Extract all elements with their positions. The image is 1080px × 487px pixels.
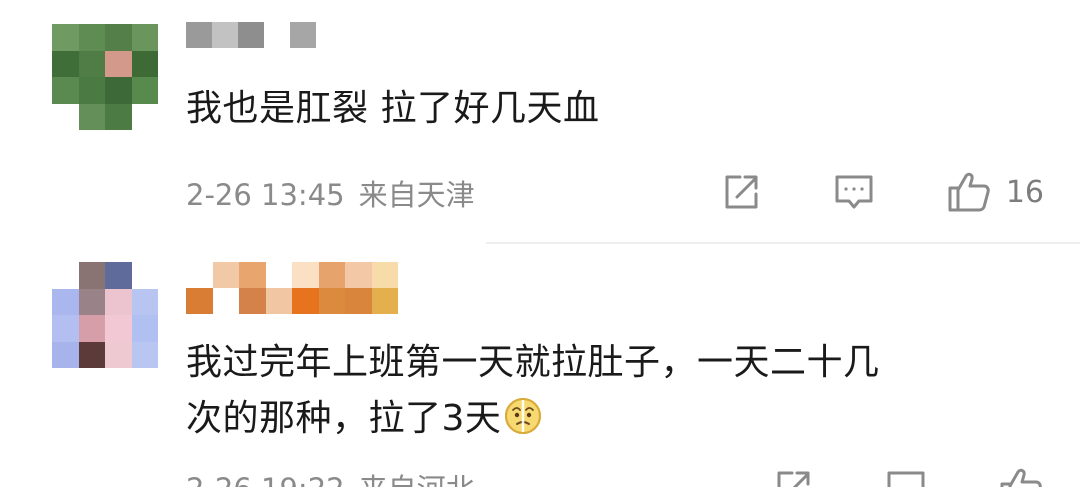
mosaic-pixel: [398, 288, 425, 314]
mosaic-pixel: [78, 341, 105, 368]
thumbs-up-icon: [946, 170, 992, 214]
comment-text: 我也是肛裂 拉了好几天血: [186, 88, 600, 129]
avatar[interactable]: [52, 262, 158, 368]
share-icon: [720, 171, 762, 213]
mosaic-pixel: [290, 22, 316, 48]
mosaic-pixel: [52, 103, 79, 130]
share-icon: [772, 467, 814, 487]
share-button[interactable]: [720, 171, 762, 213]
comment-location: 来自河北: [359, 472, 475, 487]
mosaic-pixel: [78, 50, 105, 77]
mosaic-pixel: [78, 103, 105, 130]
mosaic-pixel: [78, 288, 105, 315]
mosaic-pixel: [398, 262, 425, 288]
mosaic-pixel: [131, 288, 158, 315]
mosaic-pixel: [52, 50, 79, 77]
mosaic-pixel: [52, 24, 79, 51]
thumbs-up-icon: [998, 466, 1044, 487]
cold-sweat-face-emoji: [503, 396, 543, 436]
like-button[interactable]: 16: [946, 170, 1044, 214]
mosaic-pixel: [105, 341, 132, 368]
comment-text-segment: 次的那种，拉了3天: [186, 398, 502, 439]
mosaic-pixel: [292, 262, 319, 288]
reply-button[interactable]: [884, 467, 928, 487]
mosaic-pixel: [131, 341, 158, 368]
mosaic-pixel: [52, 288, 79, 315]
username-mosaic[interactable]: [186, 262, 425, 314]
mosaic-pixel: [52, 315, 79, 342]
mosaic-pixel: [186, 288, 213, 314]
reply-icon: [884, 467, 928, 487]
mosaic-pixel: [52, 341, 79, 368]
mosaic-pixel: [345, 262, 372, 288]
mosaic-pixel: [131, 315, 158, 342]
comment-divider: [486, 242, 1080, 244]
comment-date: 2-26 13:45: [186, 178, 345, 212]
mosaic-pixel: [371, 288, 398, 314]
mosaic-pixel: [212, 22, 238, 48]
mosaic-pixel: [238, 22, 264, 48]
mosaic-pixel: [105, 288, 132, 315]
mosaic-pixel: [52, 77, 79, 104]
mosaic-pixel: [316, 22, 342, 48]
mosaic-pixel: [105, 24, 132, 51]
mosaic-pixel: [265, 288, 292, 314]
mosaic-pixel: [131, 262, 158, 289]
comment-actions: 16: [720, 170, 1044, 214]
mosaic-pixel: [186, 262, 213, 288]
mosaic-pixel: [345, 288, 372, 314]
mosaic-pixel: [131, 50, 158, 77]
mosaic-pixel: [239, 288, 266, 314]
mosaic-pixel: [318, 262, 345, 288]
mosaic-pixel: [78, 315, 105, 342]
username-mosaic[interactable]: [186, 22, 368, 48]
mosaic-pixel: [264, 22, 290, 48]
mosaic-pixel: [212, 288, 239, 314]
mosaic-pixel: [105, 315, 132, 342]
comment-text-line: 次的那种，拉了3天: [186, 394, 543, 444]
comment-location: 来自天津: [358, 178, 475, 212]
mosaic-pixel: [371, 262, 398, 288]
mosaic-pixel: [105, 77, 132, 104]
comment-meta: 2-26 13:45 来自天津: [186, 172, 475, 214]
mosaic-pixel: [212, 262, 239, 288]
comment-meta: 2-26 19:22 来自河北: [186, 466, 475, 487]
reply-button[interactable]: [832, 171, 876, 213]
mosaic-pixel: [265, 262, 292, 288]
comment-date: 2-26 19:22: [186, 472, 345, 487]
reply-icon: [832, 171, 876, 213]
like-count: 16: [1005, 174, 1044, 210]
mosaic-pixel: [78, 77, 105, 104]
comment-list: 我也是肛裂 拉了好几天血 2-26 13:45 来自天津 16 我过完年上班第一…: [0, 0, 1080, 487]
comment-actions: [772, 466, 1044, 487]
share-button[interactable]: [772, 467, 814, 487]
mosaic-pixel: [131, 77, 158, 104]
mosaic-pixel: [105, 50, 132, 77]
comment-text-line: 我过完年上班第一天就拉肚子，一天二十几: [186, 342, 880, 383]
mosaic-pixel: [131, 103, 158, 130]
mosaic-pixel: [105, 103, 132, 130]
mosaic-pixel: [186, 22, 212, 48]
mosaic-pixel: [239, 262, 266, 288]
mosaic-pixel: [78, 262, 105, 289]
mosaic-pixel: [318, 288, 345, 314]
like-button[interactable]: [998, 466, 1044, 487]
mosaic-pixel: [78, 24, 105, 51]
mosaic-pixel: [292, 288, 319, 314]
mosaic-pixel: [342, 22, 368, 48]
mosaic-pixel: [105, 262, 132, 289]
avatar[interactable]: [52, 24, 158, 130]
mosaic-pixel: [52, 262, 79, 289]
mosaic-pixel: [131, 24, 158, 51]
